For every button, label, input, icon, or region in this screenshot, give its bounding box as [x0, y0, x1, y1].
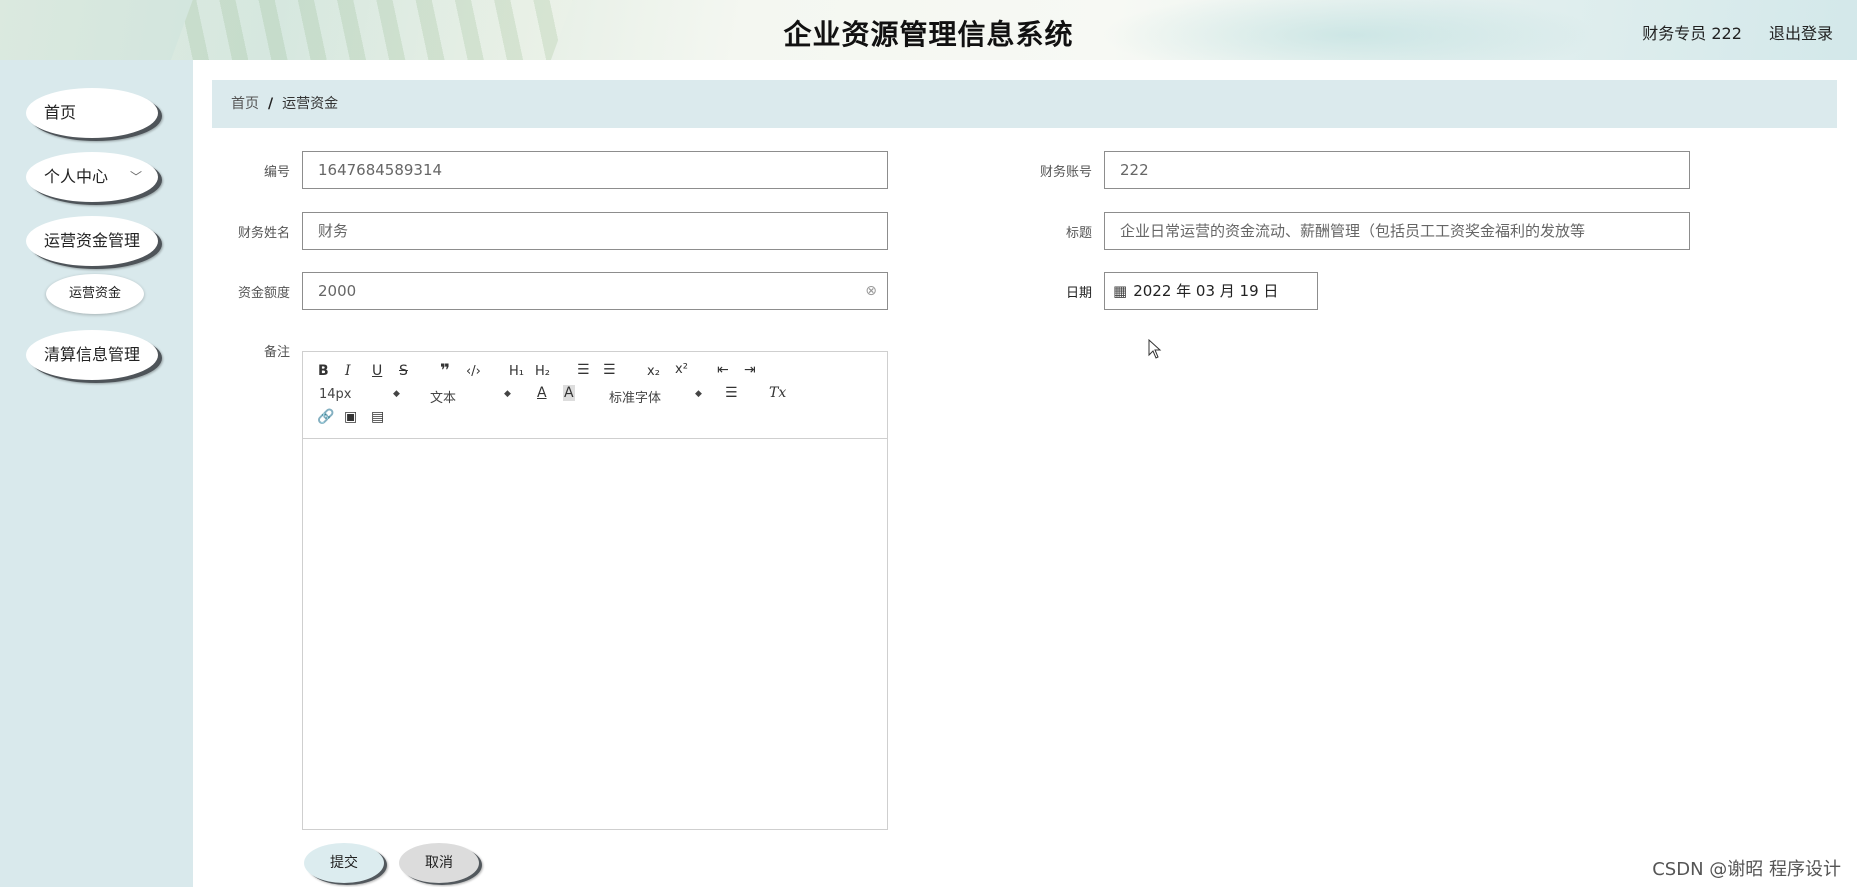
select-arrows-icon: ◆ — [393, 389, 400, 399]
sidebar-item-operating-funds[interactable]: 运营资金管理 — [26, 216, 158, 266]
underline-icon[interactable]: U — [372, 363, 382, 379]
header-select[interactable]: 文本 ◆ — [430, 387, 511, 406]
blockquote-icon[interactable]: ❞ — [440, 361, 450, 381]
clear-icon[interactable]: ⊗ — [865, 273, 877, 309]
editor-content-area[interactable] — [303, 439, 887, 829]
user-area: 财务专员 222 退出登录 — [1620, 20, 1833, 44]
cancel-button[interactable]: 取消 — [399, 843, 479, 883]
font-size-select[interactable]: 14px ◆ — [319, 387, 400, 402]
logout-link[interactable]: 退出登录 — [1769, 24, 1833, 43]
sidebar: 首页 个人中心 ﹀ 运营资金管理 运营资金 清算信息管理 — [0, 60, 193, 887]
code-block-icon[interactable]: ‹/› — [466, 364, 481, 379]
superscript-icon[interactable]: x² — [675, 362, 688, 377]
remark-label: 备注 — [263, 345, 290, 360]
date-label: 日期 — [1065, 286, 1092, 301]
account-field[interactable]: 222 — [1104, 151, 1690, 189]
align-icon[interactable]: ☰ — [725, 385, 738, 401]
watermark: CSDN @谢昭 程序设计 — [1652, 859, 1841, 880]
rich-text-editor: B I U S ❞ ‹/› H₁ H₂ ☰ ☰ x₂ x² ⇤ ⇥ 14px ◆… — [302, 351, 888, 830]
image-icon[interactable]: ▣ — [344, 409, 357, 425]
bullet-list-icon[interactable]: ☰ — [603, 362, 616, 378]
sidebar-item-clearing[interactable]: 清算信息管理 — [26, 330, 158, 380]
subscript-icon[interactable]: x₂ — [647, 364, 660, 379]
breadcrumb-current: 运营资金 — [282, 96, 339, 112]
ordered-list-icon[interactable]: ☰ — [577, 362, 590, 378]
editor-toolbar: B I U S ❞ ‹/› H₁ H₂ ☰ ☰ x₂ x² ⇤ ⇥ 14px ◆… — [303, 352, 887, 439]
sidebar-item-label: 清算信息管理 — [44, 345, 141, 364]
sidebar-item-home[interactable]: 首页 — [26, 88, 158, 138]
sidebar-item-label: 首页 — [44, 103, 77, 122]
breadcrumb-separator: / — [268, 96, 274, 112]
background-color-icon[interactable]: A — [563, 385, 575, 401]
header-select-value: 文本 — [430, 391, 457, 406]
calendar-icon: ▦ — [1113, 282, 1128, 300]
date-picker[interactable]: ▦ 2022 年 03 月 19 日 — [1104, 272, 1318, 310]
font-size-value: 14px — [319, 387, 352, 402]
name-label: 财务姓名 — [237, 226, 290, 241]
app-title: 企业资源管理信息系统 — [783, 18, 1074, 51]
link-icon[interactable]: 🔗 — [317, 409, 334, 425]
amount-field[interactable]: 2000 ⊗ — [302, 272, 888, 310]
italic-icon[interactable]: I — [345, 363, 351, 379]
current-user: 财务专员 222 — [1642, 24, 1742, 43]
submit-button[interactable]: 提交 — [304, 843, 384, 883]
bold-icon[interactable]: B — [318, 363, 329, 379]
indent-icon[interactable]: ⇥ — [744, 362, 756, 378]
header-2-icon[interactable]: H₂ — [535, 364, 550, 379]
title-field[interactable]: 企业日常运营的资金流动、薪酬管理（包括员工工资奖金福利的发放等 — [1104, 212, 1690, 250]
date-value: 2022 年 03 月 19 日 — [1133, 282, 1279, 300]
sidebar-item-profile[interactable]: 个人中心 ﹀ — [26, 152, 158, 202]
font-color-icon[interactable]: A — [537, 385, 547, 401]
sidebar-item-label: 个人中心 — [44, 167, 109, 186]
breadcrumb-home[interactable]: 首页 — [231, 96, 259, 112]
chevron-down-icon: ﹀ — [129, 170, 142, 184]
select-arrows-icon: ◆ — [695, 389, 702, 399]
font-family-value: 标准字体 — [609, 391, 662, 406]
name-field[interactable]: 财务 — [302, 212, 888, 250]
title-label: 标题 — [1065, 226, 1092, 241]
amount-value: 2000 — [318, 282, 357, 300]
account-label: 财务账号 — [1039, 165, 1092, 180]
font-family-select[interactable]: 标准字体 ◆ — [609, 387, 702, 406]
header-bar: 企业资源管理信息系统 财务专员 222 退出登录 — [0, 0, 1857, 60]
sidebar-subitem-operating-funds[interactable]: 运营资金 — [46, 274, 144, 314]
video-icon[interactable]: ▤ — [371, 409, 384, 425]
strikethrough-icon[interactable]: S — [399, 363, 408, 379]
amount-label: 资金额度 — [237, 286, 290, 301]
number-field[interactable]: 1647684589314 — [302, 151, 888, 189]
clear-format-icon[interactable]: Tx — [769, 385, 786, 401]
sidebar-item-label: 运营资金管理 — [44, 231, 141, 250]
header-1-icon[interactable]: H₁ — [509, 364, 524, 379]
breadcrumb: 首页 / 运营资金 — [212, 80, 1837, 128]
outdent-icon[interactable]: ⇤ — [717, 362, 729, 378]
select-arrows-icon: ◆ — [504, 389, 511, 399]
number-label: 编号 — [263, 165, 290, 180]
mouse-cursor-icon — [1148, 339, 1162, 359]
